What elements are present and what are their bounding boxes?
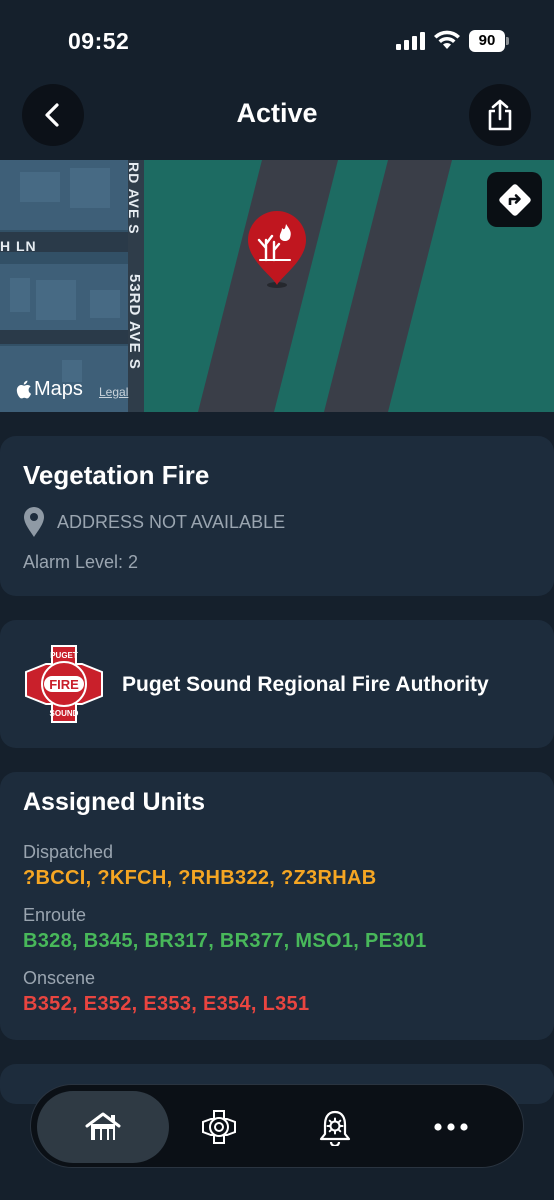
- map-street-label: H LN: [0, 238, 37, 254]
- alarm-level: Alarm Level: 2: [23, 552, 139, 572]
- share-button[interactable]: [469, 84, 531, 146]
- ellipsis-icon: [434, 1123, 468, 1131]
- tab-bar: [30, 1084, 524, 1168]
- maps-brand-text: Maps: [34, 378, 83, 400]
- enroute-units: B328, B345, BR317, BR377, MSO1, PE301: [23, 930, 427, 952]
- dispatched-label: Dispatched: [23, 842, 114, 862]
- apple-logo-icon: [16, 380, 31, 398]
- cellular-signal-icon: [396, 32, 425, 50]
- battery-cap: [506, 37, 509, 45]
- home-icon: [85, 1112, 121, 1140]
- incident-card: Vegetation Fire ADDRESS NOT AVAILABLE Al…: [0, 436, 554, 596]
- assigned-units-card: Assigned Units Dispatched ?BCCI, ?KFCH, …: [0, 772, 554, 1040]
- vegetation-fire-map-pin-icon[interactable]: [244, 210, 310, 290]
- incident-title: Vegetation Fire: [23, 460, 210, 490]
- map-street-label: RD AVE S: [126, 162, 142, 235]
- incident-map[interactable]: RD AVE S 53RD AVE S H LN Maps Legal: [0, 160, 554, 412]
- agency-card[interactable]: FIRE PUGET SOUND Puget Sound Regional Fi…: [0, 620, 554, 748]
- tab-home[interactable]: [37, 1091, 169, 1163]
- address-row: ADDRESS NOT AVAILABLE: [23, 506, 285, 538]
- logo-text-sound: SOUND: [50, 709, 79, 718]
- enroute-label: Enroute: [23, 905, 87, 925]
- location-pin-icon: [24, 507, 44, 537]
- map-legal-link[interactable]: Legal: [99, 385, 128, 399]
- directions-button[interactable]: [487, 172, 542, 227]
- logo-text-fire: FIRE: [49, 677, 79, 692]
- agency-name: Puget Sound Regional Fire Authority: [122, 673, 489, 696]
- share-icon: [488, 99, 512, 131]
- tab-alerts[interactable]: [269, 1091, 401, 1163]
- tab-agencies[interactable]: [153, 1091, 285, 1163]
- onscene-label: Onscene: [23, 968, 96, 988]
- apple-maps-brand: Maps: [14, 378, 83, 401]
- status-time: 09:52: [68, 28, 130, 54]
- logo-text-puget: PUGET: [50, 651, 78, 660]
- battery-indicator: 90: [469, 30, 509, 52]
- dispatched-units: ?BCCI, ?KFCH, ?RHB322, ?Z3RHAB: [23, 867, 377, 889]
- onscene-units: B352, E352, E353, E354, L351: [23, 993, 310, 1015]
- assigned-units-title: Assigned Units: [23, 788, 205, 816]
- directions-icon: [498, 183, 531, 216]
- incident-address: ADDRESS NOT AVAILABLE: [57, 511, 286, 532]
- map-street-label: 53RD AVE S: [126, 274, 143, 370]
- bell-gear-icon: [319, 1110, 351, 1146]
- battery-level: 90: [469, 30, 505, 52]
- fire-badge-icon: [202, 1110, 236, 1144]
- fire-authority-logo: FIRE PUGET SOUND: [25, 645, 103, 723]
- tab-more[interactable]: [385, 1091, 517, 1163]
- status-bar: 09:52 90: [0, 0, 554, 80]
- wifi-icon: [434, 30, 460, 49]
